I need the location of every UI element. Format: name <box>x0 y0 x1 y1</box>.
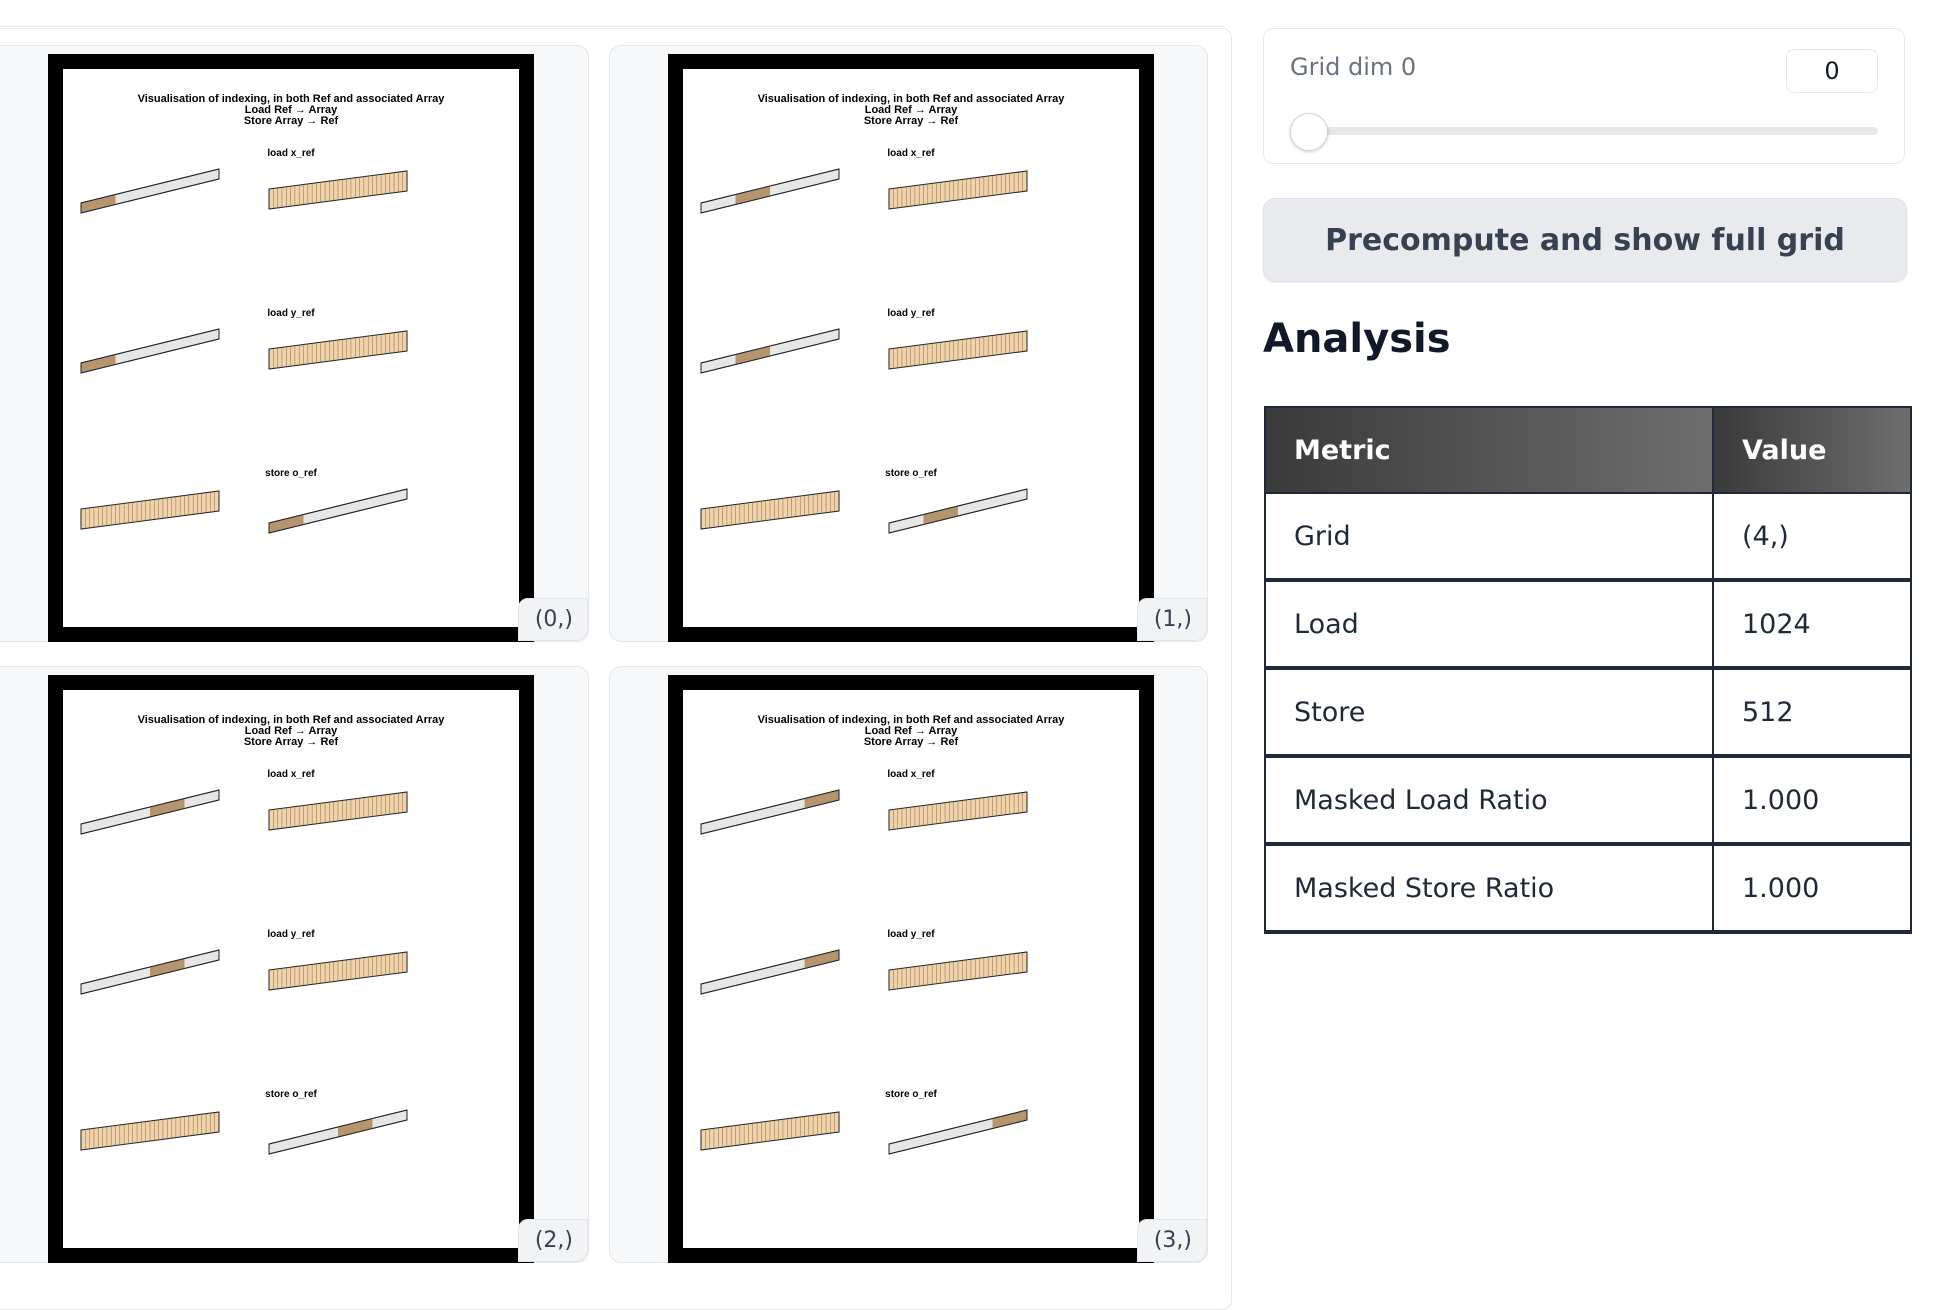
figure-frame: Visualisation of indexing, in both Ref a… <box>668 54 1154 642</box>
ref-highlight <box>804 950 839 969</box>
figure-line-3: Store Array → Ref <box>864 736 959 748</box>
table-row: Masked Store Ratio 1.000 <box>1264 843 1912 934</box>
table-row: Store 512 <box>1264 667 1912 758</box>
ref-highlight <box>735 346 770 365</box>
grid-dim-number-input[interactable] <box>1786 49 1878 93</box>
figure-line-3: Store Array → Ref <box>864 115 959 127</box>
metric-cell: Masked Store Ratio <box>1264 843 1714 934</box>
figure-page: Visualisation of indexing, in both Ref a… <box>63 69 519 627</box>
analysis-table: Metric Value Grid (4,) Load 1024 Store 5… <box>1264 406 1912 934</box>
top-divider <box>0 26 1225 27</box>
table-header-row: Metric Value <box>1264 406 1912 494</box>
ref-highlight <box>804 790 839 809</box>
gallery-item[interactable]: Visualisation of indexing, in both Ref a… <box>609 45 1208 642</box>
ref-highlight <box>81 194 116 213</box>
ref-highlight <box>338 1118 373 1137</box>
figure-line-3: Store Array → Ref <box>244 736 339 748</box>
figure-label: load x_ref <box>267 148 315 159</box>
slider-thumb[interactable] <box>1290 113 1328 151</box>
figure-frame: Visualisation of indexing, in both Ref a… <box>48 54 534 642</box>
metric-cell: Grid <box>1264 492 1714 582</box>
figure-page: Visualisation of indexing, in both Ref a… <box>63 690 519 1248</box>
value-cell: 1.000 <box>1712 755 1912 846</box>
gallery-item[interactable]: Visualisation of indexing, in both Ref a… <box>0 666 589 1263</box>
metric-cell: Store <box>1264 667 1714 758</box>
indexing-figure: Visualisation of indexing, in both Ref a… <box>700 93 1065 534</box>
indexing-figure: Visualisation of indexing, in both Ref a… <box>80 714 445 1155</box>
gallery-caption: (3,) <box>1136 1219 1207 1262</box>
ref-highlight <box>81 354 116 373</box>
ref-highlight <box>150 958 185 977</box>
gallery-item[interactable]: Visualisation of indexing, in both Ref a… <box>609 666 1208 1263</box>
indexing-figure: Visualisation of indexing, in both Ref a… <box>700 714 1065 1155</box>
table-row: Masked Load Ratio 1.000 <box>1264 755 1912 846</box>
value-cell: 512 <box>1712 667 1912 758</box>
gallery-caption: (2,) <box>517 1219 588 1262</box>
gallery-item[interactable]: Visualisation of indexing, in both Ref a… <box>0 45 589 642</box>
value-cell: 1024 <box>1712 579 1912 670</box>
figure-label: store o_ref <box>885 468 937 479</box>
figure-label: load x_ref <box>887 148 935 159</box>
gallery-caption: (0,) <box>517 598 588 641</box>
slider-label: Grid dim 0 <box>1290 53 1417 81</box>
figure-label: load x_ref <box>887 769 935 780</box>
figure-page: Visualisation of indexing, in both Ref a… <box>683 69 1139 627</box>
figure-label: load y_ref <box>267 308 315 319</box>
value-cell: 1.000 <box>1712 843 1912 934</box>
ref-highlight <box>992 1110 1027 1129</box>
figure-label: load y_ref <box>887 929 935 940</box>
indexing-figure: Visualisation of indexing, in both Ref a… <box>80 93 445 534</box>
figure-label: load y_ref <box>267 929 315 940</box>
column-header-value: Value <box>1712 406 1912 494</box>
figure-line-3: Store Array → Ref <box>244 115 339 127</box>
precompute-button[interactable]: Precompute and show full grid <box>1263 198 1907 282</box>
figure-label: store o_ref <box>885 1089 937 1100</box>
column-header-metric: Metric <box>1264 406 1714 494</box>
gallery-caption: (1,) <box>1136 598 1207 641</box>
table-row: Load 1024 <box>1264 579 1912 670</box>
table-row: Grid (4,) <box>1264 492 1912 582</box>
grid-dim-slider-panel: Grid dim 0 <box>1263 28 1905 164</box>
analysis-heading: Analysis <box>1263 316 1451 362</box>
figure-frame: Visualisation of indexing, in both Ref a… <box>48 675 534 1263</box>
figure-label: load y_ref <box>887 308 935 319</box>
ref-highlight <box>150 798 185 817</box>
ref-highlight <box>735 186 770 205</box>
value-cell: (4,) <box>1712 492 1912 582</box>
figure-label: store o_ref <box>265 468 317 479</box>
figure-label: load x_ref <box>267 769 315 780</box>
figure-frame: Visualisation of indexing, in both Ref a… <box>668 675 1154 1263</box>
slider-track[interactable] <box>1298 127 1878 135</box>
ref-highlight <box>923 506 958 525</box>
ref-highlight <box>269 514 304 533</box>
figure-label: store o_ref <box>265 1089 317 1100</box>
metric-cell: Load <box>1264 579 1714 670</box>
figure-page: Visualisation of indexing, in both Ref a… <box>683 690 1139 1248</box>
metric-cell: Masked Load Ratio <box>1264 755 1714 846</box>
